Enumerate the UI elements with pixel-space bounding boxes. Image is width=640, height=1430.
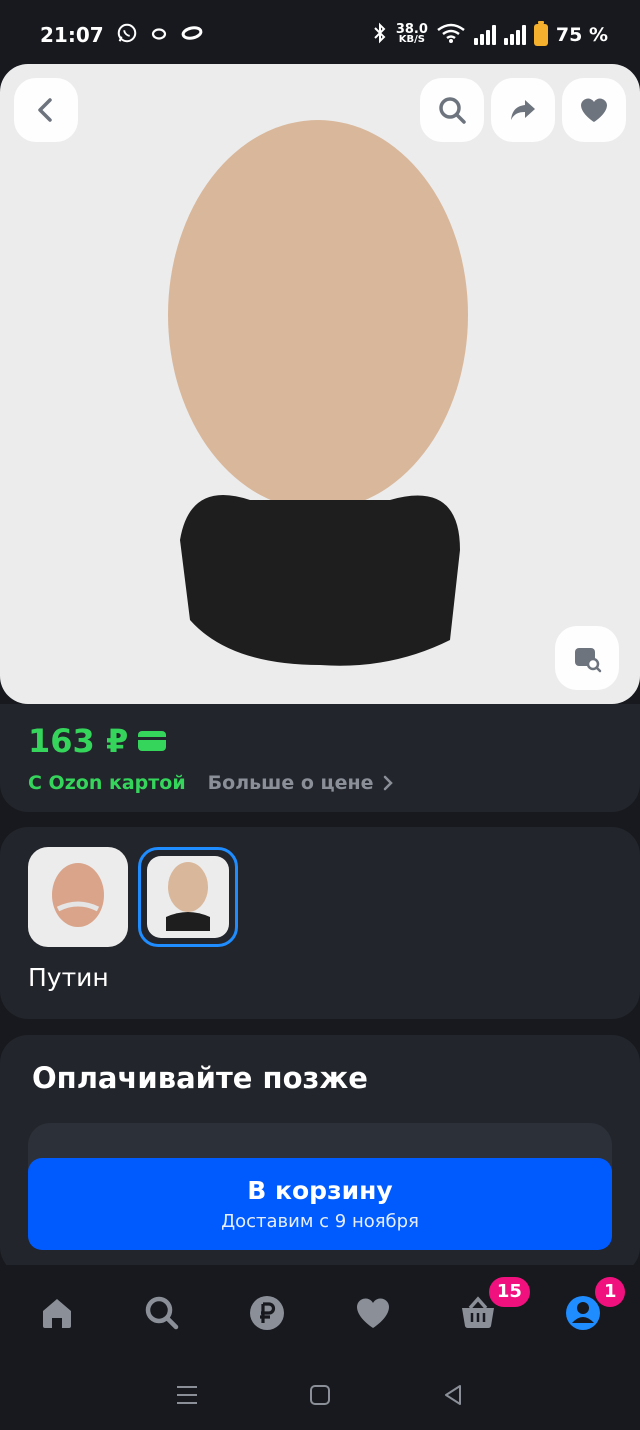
profile-badge: 1 xyxy=(595,1276,626,1307)
delivery-date: Доставим с 9 ноября xyxy=(221,1211,419,1232)
variant-image-selected xyxy=(147,856,229,938)
back-icon xyxy=(38,98,52,122)
product-gallery[interactable] xyxy=(0,64,640,704)
add-to-cart-button[interactable]: В корзину Доставим с 9 ноября xyxy=(28,1158,612,1250)
image-search-button[interactable] xyxy=(555,626,619,690)
signal-icon-2 xyxy=(503,25,526,45)
variant-thumbnail-selected[interactable] xyxy=(138,847,238,947)
share-icon xyxy=(511,100,535,120)
search-icon xyxy=(439,97,466,124)
nav-search[interactable] xyxy=(122,1273,202,1353)
status-right: 38.0 KB/S 75 % xyxy=(372,21,608,48)
share-button[interactable] xyxy=(491,78,555,142)
nav-profile[interactable]: 1 xyxy=(543,1273,626,1353)
status-time: 21:07 xyxy=(40,23,104,47)
search-button[interactable] xyxy=(420,78,484,142)
nav-finance[interactable] xyxy=(227,1273,307,1353)
status-left: 21:07 xyxy=(40,22,204,48)
menu-icon[interactable] xyxy=(174,1382,200,1408)
notification-oval-icon xyxy=(180,25,204,45)
variant-image xyxy=(52,863,104,927)
add-to-cart-label: В корзину xyxy=(247,1176,393,1205)
signal-icon xyxy=(473,25,496,45)
price-card: 163 ₽ С Ozon картой Больше о цене xyxy=(0,704,640,812)
more-about-price-label: Больше о цене xyxy=(207,772,374,794)
variants-card: Путин xyxy=(0,827,640,1019)
heart-icon xyxy=(581,98,607,122)
back-button[interactable] xyxy=(14,78,78,142)
favorite-button[interactable] xyxy=(562,78,626,142)
ruble-icon xyxy=(250,1295,285,1330)
wifi-icon xyxy=(436,22,466,48)
nav-favorites[interactable] xyxy=(333,1273,413,1353)
battery-percent: 75 % xyxy=(555,24,608,46)
status-bar: 21:07 38.0 KB/S 75 % xyxy=(0,0,640,70)
heart-icon xyxy=(356,1298,389,1328)
variant-thumbnail[interactable] xyxy=(28,847,128,947)
speed-unit: KB/S xyxy=(398,34,425,45)
variant-thumbnails xyxy=(28,847,612,947)
price-sub-row: С Ozon картой Больше о цене xyxy=(28,772,612,794)
price-row: 163 ₽ xyxy=(28,722,612,760)
whatsapp-icon xyxy=(116,22,138,48)
bluetooth-icon xyxy=(372,22,388,48)
nav-cart[interactable]: 15 xyxy=(438,1273,530,1353)
home-square-icon[interactable] xyxy=(307,1382,333,1408)
notification-ring-icon xyxy=(150,26,168,45)
home-icon xyxy=(42,1298,71,1328)
search-icon xyxy=(145,1296,179,1329)
ozon-card-label: С Ozon картой xyxy=(28,772,186,794)
selected-variant-name: Путин xyxy=(28,963,109,992)
chevron-right-icon xyxy=(384,775,394,791)
price-value: 163 ₽ xyxy=(28,722,129,760)
image-search-icon xyxy=(575,648,602,673)
bottom-navigation: 15 1 xyxy=(0,1265,640,1360)
system-navigation xyxy=(0,1360,640,1430)
nav-home[interactable] xyxy=(17,1273,97,1353)
ozon-card-icon xyxy=(138,731,167,751)
product-image[interactable] xyxy=(160,100,480,670)
cart-badge: 15 xyxy=(488,1276,530,1307)
battery-icon xyxy=(533,21,548,46)
pay-later-title: Оплачивайте позже xyxy=(32,1061,368,1095)
more-about-price-link[interactable]: Больше о цене xyxy=(208,772,394,794)
back-triangle-icon[interactable] xyxy=(440,1382,466,1408)
network-speed: 38.0 KB/S xyxy=(396,23,428,45)
